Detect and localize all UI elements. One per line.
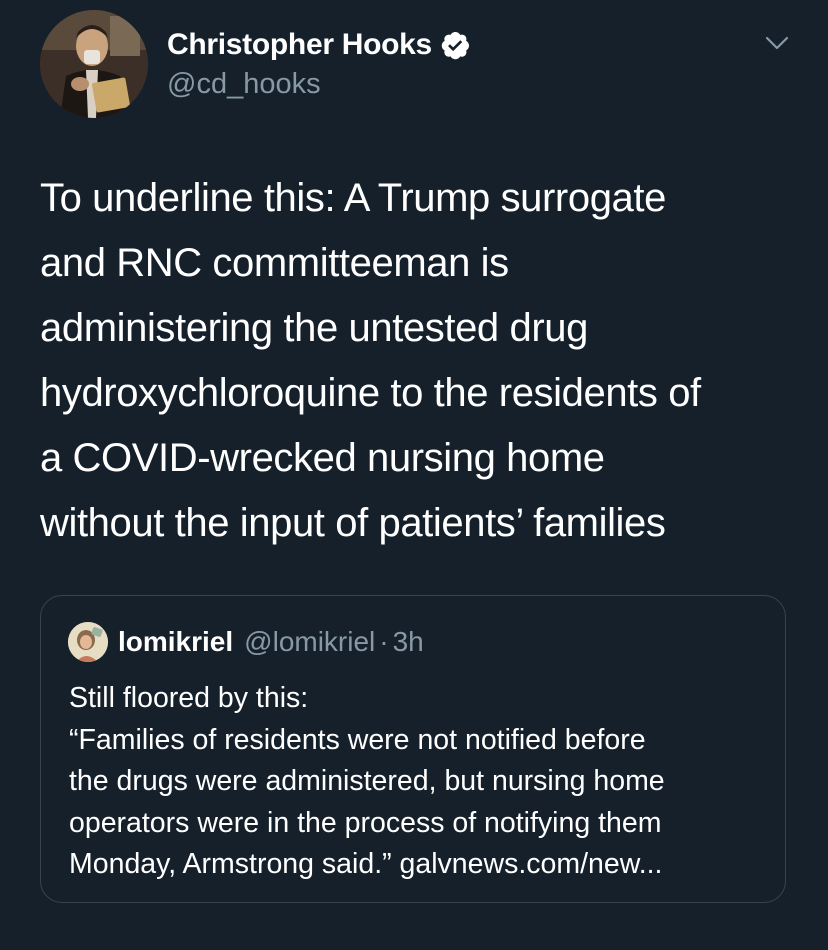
tweet-text-line: without the input of patients’ families bbox=[40, 501, 666, 545]
quoted-author-avatar[interactable] bbox=[68, 622, 108, 662]
separator-dot: · bbox=[379, 626, 389, 657]
author-info: Christopher Hooks @cd_hooks bbox=[167, 26, 471, 101]
tweet-text-line: hydroxychloroquine to the residents of bbox=[40, 371, 701, 415]
quoted-tweet[interactable]: lomikriel @lomikriel · 3h Still floored … bbox=[40, 595, 786, 903]
author-display-name[interactable]: Christopher Hooks bbox=[167, 28, 432, 62]
quoted-tweet-header: lomikriel @lomikriel · 3h bbox=[68, 622, 424, 662]
tweet-card: Christopher Hooks @cd_hooks To underline… bbox=[0, 0, 828, 950]
tweet-text-line: and RNC committeeman is bbox=[40, 241, 509, 285]
author-handle[interactable]: @cd_hooks bbox=[167, 68, 471, 101]
quoted-text-line: the drugs were administered, but nursing… bbox=[69, 765, 665, 797]
tweet-text: To underline this: A Trump surrogate and… bbox=[40, 166, 810, 556]
tweet-text-line: To underline this: A Trump surrogate bbox=[40, 176, 666, 220]
quoted-tweet-timestamp[interactable]: 3h bbox=[393, 626, 424, 658]
quoted-author-display-name[interactable]: lomikriel bbox=[118, 626, 233, 658]
verified-badge-icon bbox=[439, 29, 471, 61]
tweet-text-line: a COVID-wrecked nursing home bbox=[40, 436, 605, 480]
quoted-text-line: operators were in the process of notifyi… bbox=[69, 806, 662, 839]
quoted-text-line: Monday, Armstrong said.” galvnews.com/ne… bbox=[69, 848, 663, 880]
tweet-text-line: administering the untested drug bbox=[40, 306, 588, 350]
author-avatar[interactable] bbox=[40, 10, 148, 118]
quoted-tweet-text: Still floored by this: “Families of resi… bbox=[69, 678, 769, 886]
quoted-author-handle[interactable]: @lomikriel bbox=[244, 626, 375, 658]
quoted-text-line: Still floored by this: bbox=[69, 682, 309, 714]
quoted-text-line: “Families of residents were not notified… bbox=[69, 723, 646, 756]
chevron-down-icon[interactable] bbox=[764, 30, 790, 56]
display-name-row: Christopher Hooks bbox=[167, 26, 471, 64]
